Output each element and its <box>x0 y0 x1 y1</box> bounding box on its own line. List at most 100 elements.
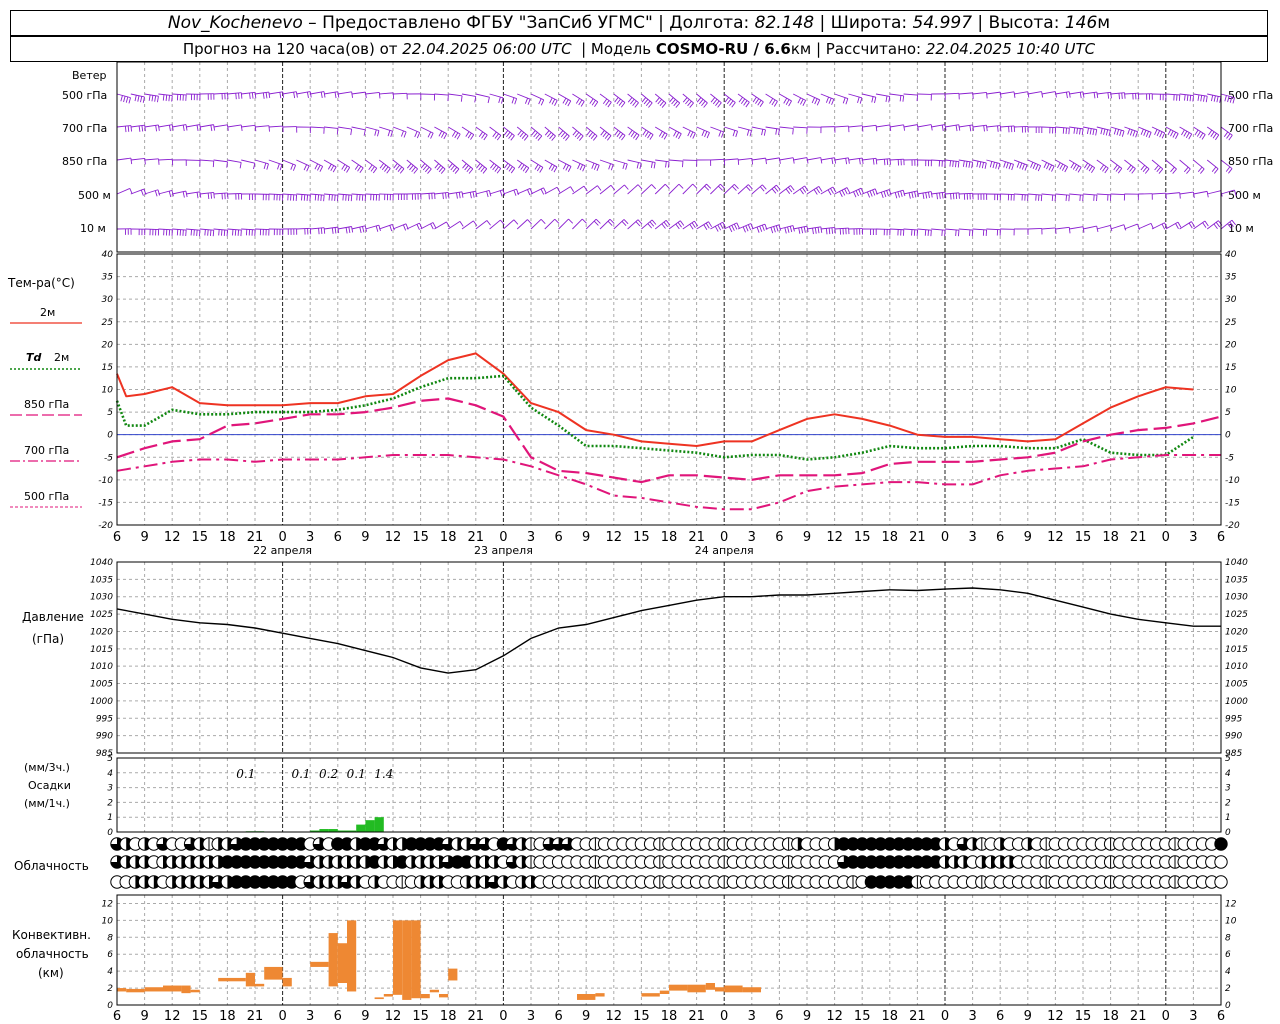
wind-barb-feather <box>911 192 914 199</box>
wind-barb-10-м <box>172 228 187 231</box>
wind-barb-feather <box>623 219 629 225</box>
wind-barb-feather <box>941 192 944 199</box>
wind-barb-feather <box>1127 128 1131 135</box>
conv-title-2: облачность <box>16 947 89 961</box>
temp-x-tick: 0 <box>720 530 728 545</box>
wind-barb-feather <box>372 167 378 174</box>
wind-level-10m: 10 м <box>80 222 106 235</box>
wind-barb-feather <box>771 99 776 106</box>
wind-barb-feather <box>733 223 738 230</box>
wind-barb-700-гПа <box>213 124 228 128</box>
temp-x-tick: 12 <box>606 530 623 545</box>
wind-barb-feather <box>466 166 472 173</box>
wind-barb-500-гПа <box>1124 92 1139 95</box>
wind-barb-850-гПа <box>972 159 987 164</box>
wind-barb-feather <box>144 158 146 165</box>
wind-barb-feather <box>432 222 437 229</box>
conv-x-tick: 12 <box>826 1009 843 1024</box>
wind-barb-feather <box>1068 227 1071 234</box>
wind-barb-feather <box>844 188 848 195</box>
conv-x-tick: 9 <box>582 1009 590 1024</box>
wind-barb-700-гПа <box>241 124 256 128</box>
wind-barb-feather <box>425 166 430 173</box>
wind-barb-500-гПа <box>461 93 476 97</box>
wind-barb-feather <box>514 98 518 105</box>
wind-barb-feather <box>127 125 130 132</box>
wind-barb-feather <box>318 228 320 235</box>
pressure-y-tick-right: 1035 <box>1225 575 1248 585</box>
conv-x-tick: 15 <box>854 1009 871 1024</box>
wind-barb-850-гПа <box>130 158 145 161</box>
wind-barb-feather <box>1197 94 1200 101</box>
wind-barb-500-м <box>627 184 639 195</box>
wind-barb-feather <box>677 222 682 228</box>
temp-y-tick: 5 <box>107 408 113 418</box>
wind-barb-feather <box>1186 168 1191 174</box>
wind-barb-feather <box>182 191 185 198</box>
wind-barb-850-гПа <box>296 159 310 167</box>
wind-barb-feather <box>582 165 586 172</box>
wind-barb-500-м <box>1000 193 1015 196</box>
wind-barb-feather <box>494 166 499 172</box>
wind-barb-500-м <box>351 193 366 196</box>
wind-barb-feather <box>1123 224 1127 231</box>
wind-barb-850-гПа <box>710 158 725 161</box>
temp-x-tick: 21 <box>688 530 705 545</box>
wind-barb-500-м <box>199 191 214 195</box>
wind-barb-feather <box>399 168 405 174</box>
wind-barb-feather <box>832 186 837 193</box>
wind-barb-feather <box>130 125 133 132</box>
wind-barb-feather <box>999 92 1002 99</box>
wind-barb-feather <box>154 95 157 102</box>
temp-x-tick: 6 <box>996 530 1004 545</box>
wind-barb-850-гПа <box>944 159 959 162</box>
conv-y-tick-right: 6 <box>1225 950 1231 960</box>
cloud-title: Облачность <box>14 859 89 873</box>
wind-barb-feather <box>279 164 283 171</box>
temp-x-tick: 15 <box>412 530 429 545</box>
wind-barb-feather <box>454 132 459 139</box>
wind-barb-feather <box>320 194 322 201</box>
conv-bar <box>439 994 449 998</box>
wind-barb-850-гПа <box>434 159 446 170</box>
wind-barb-feather <box>293 92 296 99</box>
wind-barb-feather <box>447 192 450 199</box>
conv-x-tick: 0 <box>499 1009 507 1024</box>
wind-barb-feather <box>317 194 320 201</box>
wind-barb-feather <box>440 168 446 174</box>
wind-barb-feather <box>883 159 886 166</box>
wind-barb-feather <box>841 189 846 196</box>
precip-bar <box>365 820 375 832</box>
wind-barb-feather <box>368 164 373 171</box>
wind-barb-700-гПа <box>254 125 269 128</box>
wind-barb-feather <box>362 226 365 233</box>
wind-barb-feather <box>648 102 653 108</box>
wind-barb-500-гПа <box>1165 93 1180 96</box>
wind-barb-feather <box>551 98 556 105</box>
wind-barb-feather <box>649 221 655 227</box>
wind-barb-feather <box>802 100 807 106</box>
wind-barb-700-гПа <box>268 125 283 128</box>
wind-barb-500-гПа <box>254 91 269 95</box>
wind-barb-feather <box>1016 161 1020 168</box>
wind-barb-feather <box>1030 162 1034 168</box>
wind-barb-10-м <box>544 218 556 230</box>
pressure-y-tick-right: 1040 <box>1225 558 1248 568</box>
wind-barb-feather <box>604 133 610 139</box>
wind-barb-feather <box>450 165 455 171</box>
wind-barb-feather <box>1011 164 1014 171</box>
wind-barb-feather <box>675 132 680 138</box>
wind-barb-700-гПа <box>392 126 407 133</box>
wind-barb-feather <box>568 218 574 224</box>
wind-barb-700-гПа <box>530 126 543 137</box>
pressure-y-tick-right: 1000 <box>1225 697 1248 707</box>
wind-barb-500-м <box>1013 193 1029 196</box>
wind-barb-500-гПа <box>1179 93 1194 96</box>
wind-barb-feather <box>452 166 458 173</box>
wind-barb-feather <box>1186 94 1189 101</box>
wind-barb-10-м <box>1110 224 1125 230</box>
wind-barb-feather <box>239 162 242 169</box>
wind-barb-850-гПа <box>1013 159 1028 166</box>
wind-barb-feather <box>562 133 568 140</box>
wind-barb-feather <box>687 100 692 107</box>
